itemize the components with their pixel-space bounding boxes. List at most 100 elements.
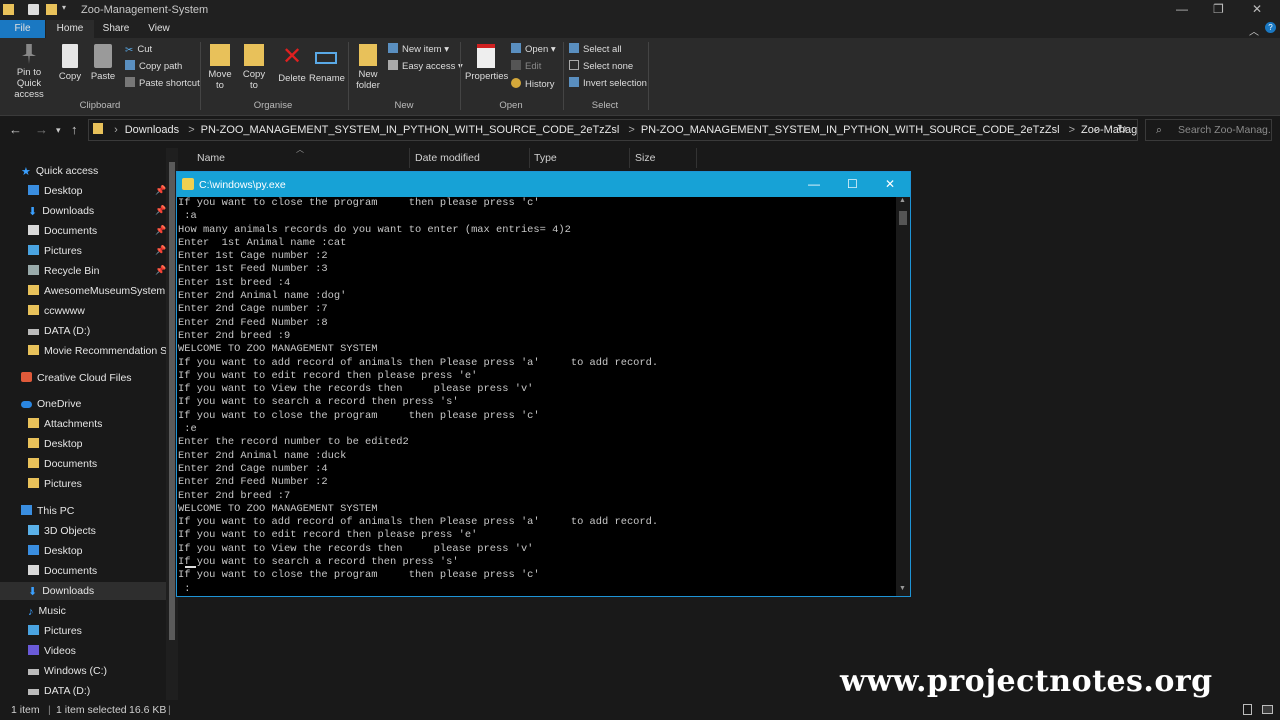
sidebar-item-pc-pictures[interactable]: Pictures (28, 622, 82, 640)
sidebar-item-pc-downloads[interactable]: ⬇ Downloads (0, 582, 166, 600)
column-divider[interactable] (529, 148, 530, 168)
console-window[interactable]: C:\windows\py.exe — ☐ ✕ If you want to c… (176, 171, 911, 597)
details-view-icon[interactable] (1243, 704, 1252, 715)
console-scroll-thumb[interactable] (899, 211, 907, 225)
console-close-button[interactable]: ✕ (885, 177, 895, 191)
column-name[interactable]: Name (197, 152, 225, 164)
new-folder-quick-icon[interactable] (46, 4, 57, 15)
cut-button[interactable]: ✂ Cut (125, 43, 152, 57)
sidebar-item-data-d[interactable]: DATA (D:) (28, 322, 90, 340)
sidebar-item-onedrive-desktop[interactable]: Desktop (28, 435, 83, 453)
column-divider[interactable] (696, 148, 697, 168)
sidebar-item-pictures[interactable]: Pictures (28, 242, 82, 260)
column-size[interactable]: Size (635, 152, 655, 164)
easy-access-button[interactable]: Easy access ▾ (388, 60, 463, 74)
paste-shortcut-button[interactable]: Paste shortcut (125, 77, 200, 91)
edit-label: Edit (525, 61, 542, 72)
tab-home[interactable]: Home (46, 20, 94, 38)
back-arrow-icon[interactable]: ← (9, 122, 22, 137)
open-button[interactable]: Open ▾ (511, 43, 556, 57)
console-output[interactable]: If you want to close the program then pl… (177, 197, 896, 596)
copy-path-button[interactable]: Copy path (125, 60, 182, 74)
pin-to-quick-access-button[interactable]: Pin to Quick access (4, 44, 54, 100)
console-line: Enter 2nd Cage number :4 (178, 462, 328, 475)
console-title-bar[interactable]: C:\windows\py.exe — ☐ ✕ (177, 172, 910, 197)
sidebar-item-onedrive-pictures[interactable]: Pictures (28, 475, 82, 493)
sidebar-item-onedrive-documents[interactable]: Documents (28, 455, 97, 473)
console-minimize-button[interactable]: — (808, 177, 820, 191)
sidebar-item-videos[interactable]: Videos (28, 642, 76, 660)
customize-quick-access-icon[interactable]: ▾ (62, 3, 66, 12)
close-button[interactable]: ✕ (1252, 2, 1262, 16)
tab-file[interactable]: File (0, 20, 45, 38)
collapse-ribbon-icon[interactable]: ︿ (1249, 23, 1259, 38)
new-folder-button[interactable]: New folder (353, 44, 383, 91)
up-arrow-icon[interactable]: ↑ (71, 122, 78, 137)
select-none-button[interactable]: Select none (569, 60, 633, 74)
sidebar-item-pc-data-d[interactable]: DATA (D:) (28, 682, 90, 700)
sidebar-item-quick-access[interactable]: ★ Quick access (21, 162, 98, 180)
minimize-button[interactable]: — (1176, 2, 1188, 16)
sidebar-item-music[interactable]: ♪ Music (28, 602, 66, 620)
console-maximize-button[interactable]: ☐ (847, 177, 858, 191)
sidebar-item-label: Movie Recommendation Sys (44, 345, 166, 357)
column-date-modified[interactable]: Date modified (415, 152, 480, 164)
scroll-up-icon[interactable]: ▲ (899, 197, 906, 204)
properties-quick-icon[interactable] (28, 4, 39, 15)
refresh-icon[interactable]: ↻ (1117, 122, 1127, 136)
sidebar-item-pc-desktop[interactable]: Desktop (28, 542, 83, 560)
sidebar-item-awesomemuseumsystem[interactable]: AwesomeMuseumSystem (28, 282, 165, 300)
sidebar-item-creative-cloud[interactable]: Creative Cloud Files (21, 369, 132, 387)
console-line: How many animals records do you want to … (178, 223, 571, 236)
sidebar-item-downloads[interactable]: ⬇ Downloads (28, 202, 94, 220)
ribbon-separator (348, 42, 349, 110)
sidebar-item-ccwwww[interactable]: ccwwww (28, 302, 85, 320)
drive-icon (28, 329, 39, 335)
sidebar-item-documents[interactable]: Documents (28, 222, 97, 240)
console-scrollbar[interactable]: ▲ ▼ (896, 197, 910, 596)
invert-selection-button[interactable]: Invert selection (569, 77, 647, 91)
search-input[interactable]: ⌕ Search Zoo-Manag... (1145, 119, 1272, 141)
column-divider[interactable] (409, 148, 410, 168)
sidebar-item-desktop[interactable]: Desktop (28, 182, 83, 200)
copy-to-button[interactable]: Copy to (240, 44, 268, 91)
sidebar-item-windows-c[interactable]: Windows (C:) (28, 662, 107, 680)
help-icon[interactable]: ? (1265, 22, 1276, 33)
sidebar-item-pc-documents[interactable]: Documents (28, 562, 97, 580)
sidebar-item-label: Recycle Bin (44, 265, 100, 277)
edit-button[interactable]: Edit (511, 60, 541, 74)
console-line: If you want to edit record then please p… (178, 369, 478, 382)
select-all-button[interactable]: Select all (569, 43, 622, 57)
large-icons-view-icon[interactable] (1262, 705, 1273, 714)
sidebar-item-label: Documents (44, 458, 98, 470)
sidebar-item-this-pc[interactable]: This PC (21, 502, 74, 520)
move-to-button[interactable]: Move to (206, 44, 234, 91)
address-field[interactable]: › Downloads > PN-ZOO_MANAGEMENT_SYSTEM_IN_… (88, 119, 1138, 141)
sidebar-item-recycle-bin[interactable]: Recycle Bin (28, 262, 99, 280)
sidebar-item-onedrive[interactable]: OneDrive (21, 395, 81, 413)
rename-button[interactable]: Rename (309, 44, 345, 84)
history-button[interactable]: History (511, 78, 555, 92)
maximize-button[interactable]: ❐ (1213, 2, 1224, 16)
paste-button[interactable]: Paste (90, 44, 116, 82)
sidebar-item-attachments[interactable]: Attachments (28, 415, 102, 433)
scroll-down-icon[interactable]: ▼ (899, 585, 906, 592)
column-type[interactable]: Type (534, 152, 557, 164)
properties-button[interactable]: Properties (465, 44, 508, 82)
column-divider[interactable] (629, 148, 630, 168)
sidebar-item-movie-recommendation[interactable]: Movie Recommendation Sys (28, 342, 166, 360)
tab-view[interactable]: View (140, 20, 178, 38)
forward-arrow-icon[interactable]: → (35, 122, 48, 137)
breadcrumb-zoo-management-system[interactable]: Zoo-Management-System (1081, 124, 1137, 136)
new-item-button[interactable]: New item ▾ (388, 43, 449, 57)
delete-button[interactable]: ✕ Delete (278, 44, 306, 85)
address-dropdown-icon[interactable]: ⌄ (1092, 123, 1100, 134)
sidebar-item-3d-objects[interactable]: 3D Objects (28, 522, 96, 540)
breadcrumb-downloads[interactable]: Downloads (125, 124, 179, 136)
tab-share[interactable]: Share (96, 20, 136, 38)
recent-locations-icon[interactable]: ▾ (56, 125, 61, 136)
sidebar-scroll-thumb[interactable] (169, 162, 175, 640)
breadcrumb-pn-zoo-2[interactable]: PN-ZOO_MANAGEMENT_SYSTEM_IN_PYTHON_WITH_… (641, 124, 1060, 136)
breadcrumb-pn-zoo-1[interactable]: PN-ZOO_MANAGEMENT_SYSTEM_IN_PYTHON_WITH_… (201, 124, 620, 136)
copy-button[interactable]: Copy (58, 44, 82, 82)
